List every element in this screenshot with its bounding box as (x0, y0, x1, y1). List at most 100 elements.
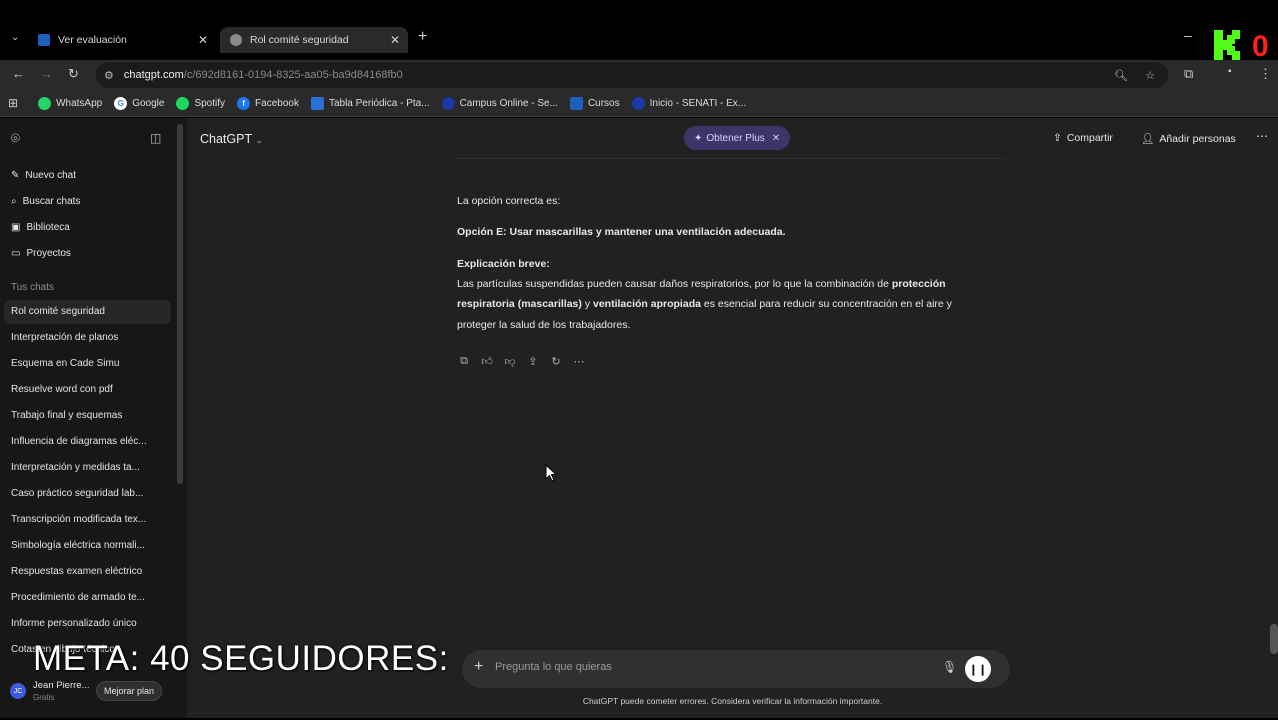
bookmark-label: Facebook (255, 97, 299, 109)
chat-item-rol-comite[interactable]: Rol comité seguridad (4, 300, 171, 324)
voice-mode-icon[interactable]: ❙❙ (965, 656, 991, 682)
thumbs-up-icon[interactable]: 👍︎ (480, 354, 494, 368)
tab-ver-evaluacion[interactable]: Ver evaluación ✕ (28, 27, 216, 53)
message-divider (457, 158, 1005, 159)
thumbs-down-icon[interactable]: 👎︎ (503, 354, 517, 368)
share-icon[interactable]: ⇪ (526, 354, 540, 368)
chatgpt-favicon-icon (230, 34, 242, 46)
chat-item[interactable]: Simbología eléctrica normali... (11, 540, 161, 551)
chats-section-label: Tus chats (11, 282, 54, 293)
explanation-text: Las partículas suspendidas pueden causar… (457, 278, 892, 290)
google-icon: G (114, 96, 128, 110)
campus-icon (441, 96, 455, 110)
forward-arrow-icon[interactable]: → (40, 66, 53, 81)
reload-icon[interactable]: ↻ (68, 66, 79, 82)
chat-item[interactable]: Respuestas examen eléctrico (11, 566, 161, 577)
bookmark-campus-online[interactable]: Campus Online - Se... (441, 96, 558, 110)
sidebar-search-chats[interactable]: ⌕ Buscar chats (11, 196, 80, 207)
sidebar-new-chat[interactable]: ✎ Nuevo chat (11, 170, 76, 181)
profile-icon[interactable]: ▪ (1228, 66, 1232, 77)
back-arrow-icon[interactable]: ← (12, 66, 25, 81)
library-icon: ▣ (11, 222, 21, 233)
sidebar-item-label: Buscar chats (22, 196, 81, 207)
compose-icon: ✎ (11, 170, 20, 181)
chat-item[interactable]: Interpretación de planos (11, 332, 161, 343)
chevron-down-icon: ⌄ (255, 135, 263, 145)
bookmark-spotify[interactable]: Spotify (176, 96, 225, 110)
add-people-button[interactable]: 👤︎ Añadir personas (1141, 132, 1236, 146)
chat-item[interactable]: Procedimiento de armado te... (11, 592, 161, 603)
folder-icon: ▭ (11, 248, 21, 259)
message-composer[interactable]: + Pregunta lo que quieras 🎙︎ ❙❙ (462, 650, 1010, 688)
chat-item[interactable]: Informe personalizado único (11, 618, 161, 629)
site-settings-icon[interactable]: ⚙ (104, 69, 114, 82)
new-tab-plus-icon[interactable]: + (418, 28, 427, 46)
explanation-bold: protección (891, 278, 946, 290)
tab-title: Ver evaluación (58, 34, 127, 46)
close-tab-icon[interactable]: ✕ (198, 33, 208, 47)
overlay-counter: 0 (1252, 30, 1269, 63)
stream-goal-overlay: META: 40 SEGUIDORES: (33, 639, 449, 678)
toggle-sidebar-icon[interactable]: ◫ (150, 131, 161, 145)
more-icon[interactable]: ⋯ (572, 354, 586, 368)
address-bar-row: ← → ↻ ⚙ chatgpt.com/c/692d8161-0194-8325… (0, 60, 1278, 90)
share-button[interactable]: ⇪ Compartir (1053, 132, 1113, 144)
close-icon[interactable]: ✕ (772, 133, 780, 144)
bookmark-label: Tabla Periódica - Pta... (328, 97, 430, 109)
explanation-title: Explicación breve: (457, 258, 550, 270)
browser-menu-icon[interactable]: ⋮ (1259, 66, 1272, 82)
explanation-text: es esencial para reducir su concentració… (700, 298, 952, 310)
explanation-line-2: respiratoria (mascarillas) y ventilación… (457, 294, 952, 315)
bookmark-star-icon[interactable]: ☆ (1145, 69, 1155, 82)
copy-icon[interactable]: ⧉ (457, 354, 471, 368)
extensions-icon[interactable]: ⧉ (1184, 66, 1193, 82)
bookmark-inicio-senati[interactable]: Inicio - SENATI - Ex... (631, 96, 746, 110)
user-plan: Gratis (33, 693, 55, 702)
upgrade-plan-button[interactable]: Mejorar plan (96, 681, 163, 701)
bookmark-facebook[interactable]: f Facebook (237, 96, 299, 110)
chat-item[interactable]: Esquema en Cade Simu (11, 358, 161, 369)
kick-logo-icon (1214, 30, 1240, 60)
apps-grid-icon[interactable]: ⊞ (8, 96, 18, 110)
regenerate-icon[interactable]: ↻ (549, 354, 563, 368)
model-selector[interactable]: ChatGPT ⌄ (200, 132, 263, 146)
sidebar-projects[interactable]: ▭ Proyectos (11, 248, 71, 259)
url-bar[interactable]: ⚙ chatgpt.com/c/692d8161-0194-8325-aa05-… (96, 62, 1168, 88)
chat-item[interactable]: Caso práctico seguridad lab... (11, 488, 161, 499)
get-plus-button[interactable]: ✦ Obtener Plus ✕ (684, 126, 791, 150)
zoom-icon[interactable]: 🔍︎ (1114, 69, 1128, 82)
facebook-icon: f (237, 96, 251, 110)
chat-item[interactable]: Trabajo final y esquemas (11, 410, 161, 421)
tab-rol-comite[interactable]: Rol comité seguridad ✕ (220, 27, 408, 53)
explanation-text: y (581, 298, 593, 310)
sidebar-library[interactable]: ▣ Biblioteca (11, 222, 70, 233)
user-name[interactable]: Jean Pierre... (33, 680, 90, 691)
explanation-bold: ventilación apropiada (593, 298, 701, 310)
message-actions: ⧉ 👍︎ 👎︎ ⇪ ↻ ⋯ (457, 354, 586, 368)
microphone-icon[interactable]: 🎙︎ (942, 660, 957, 674)
chat-item[interactable]: Influencia de diagramas eléc... (11, 436, 161, 447)
minimize-window-icon[interactable]: – (1184, 27, 1192, 43)
bookmark-cursos[interactable]: Cursos (569, 96, 620, 110)
main-scrollbar[interactable] (1270, 624, 1278, 654)
openai-logo-icon[interactable]: ⌾ (11, 130, 20, 147)
chat-item[interactable]: Interpretación y medidas ta... (11, 462, 161, 473)
share-label: Compartir (1066, 132, 1113, 144)
chat-item[interactable]: Transcripción modificada tex... (11, 514, 161, 525)
bookmark-google[interactable]: G Google (114, 96, 165, 110)
chat-item[interactable]: Resuelve word con pdf (11, 384, 161, 395)
bookmark-tabla-periodica[interactable]: Tabla Periódica - Pta... (310, 96, 430, 110)
more-options-icon[interactable]: ⋯ (1256, 129, 1268, 143)
add-attachment-icon[interactable]: + (474, 658, 483, 676)
senati-icon (569, 96, 583, 110)
bookmark-whatsapp[interactable]: WhatsApp (38, 96, 102, 110)
prompt-input[interactable]: Pregunta lo que quieras (495, 661, 612, 673)
tab-list-chevron-icon[interactable]: ⌄ (11, 32, 19, 43)
sidebar-scrollbar[interactable] (177, 124, 183, 484)
close-tab-icon[interactable]: ✕ (390, 33, 400, 47)
browser-tab-strip: ⌄ Ver evaluación ✕ Rol comité seguridad … (0, 19, 1278, 60)
bookmark-label: Google (132, 97, 165, 109)
answer-intro: La opción correcta es: (457, 195, 561, 207)
bookmark-label: Cursos (587, 97, 620, 109)
avatar[interactable]: JC (10, 683, 26, 699)
